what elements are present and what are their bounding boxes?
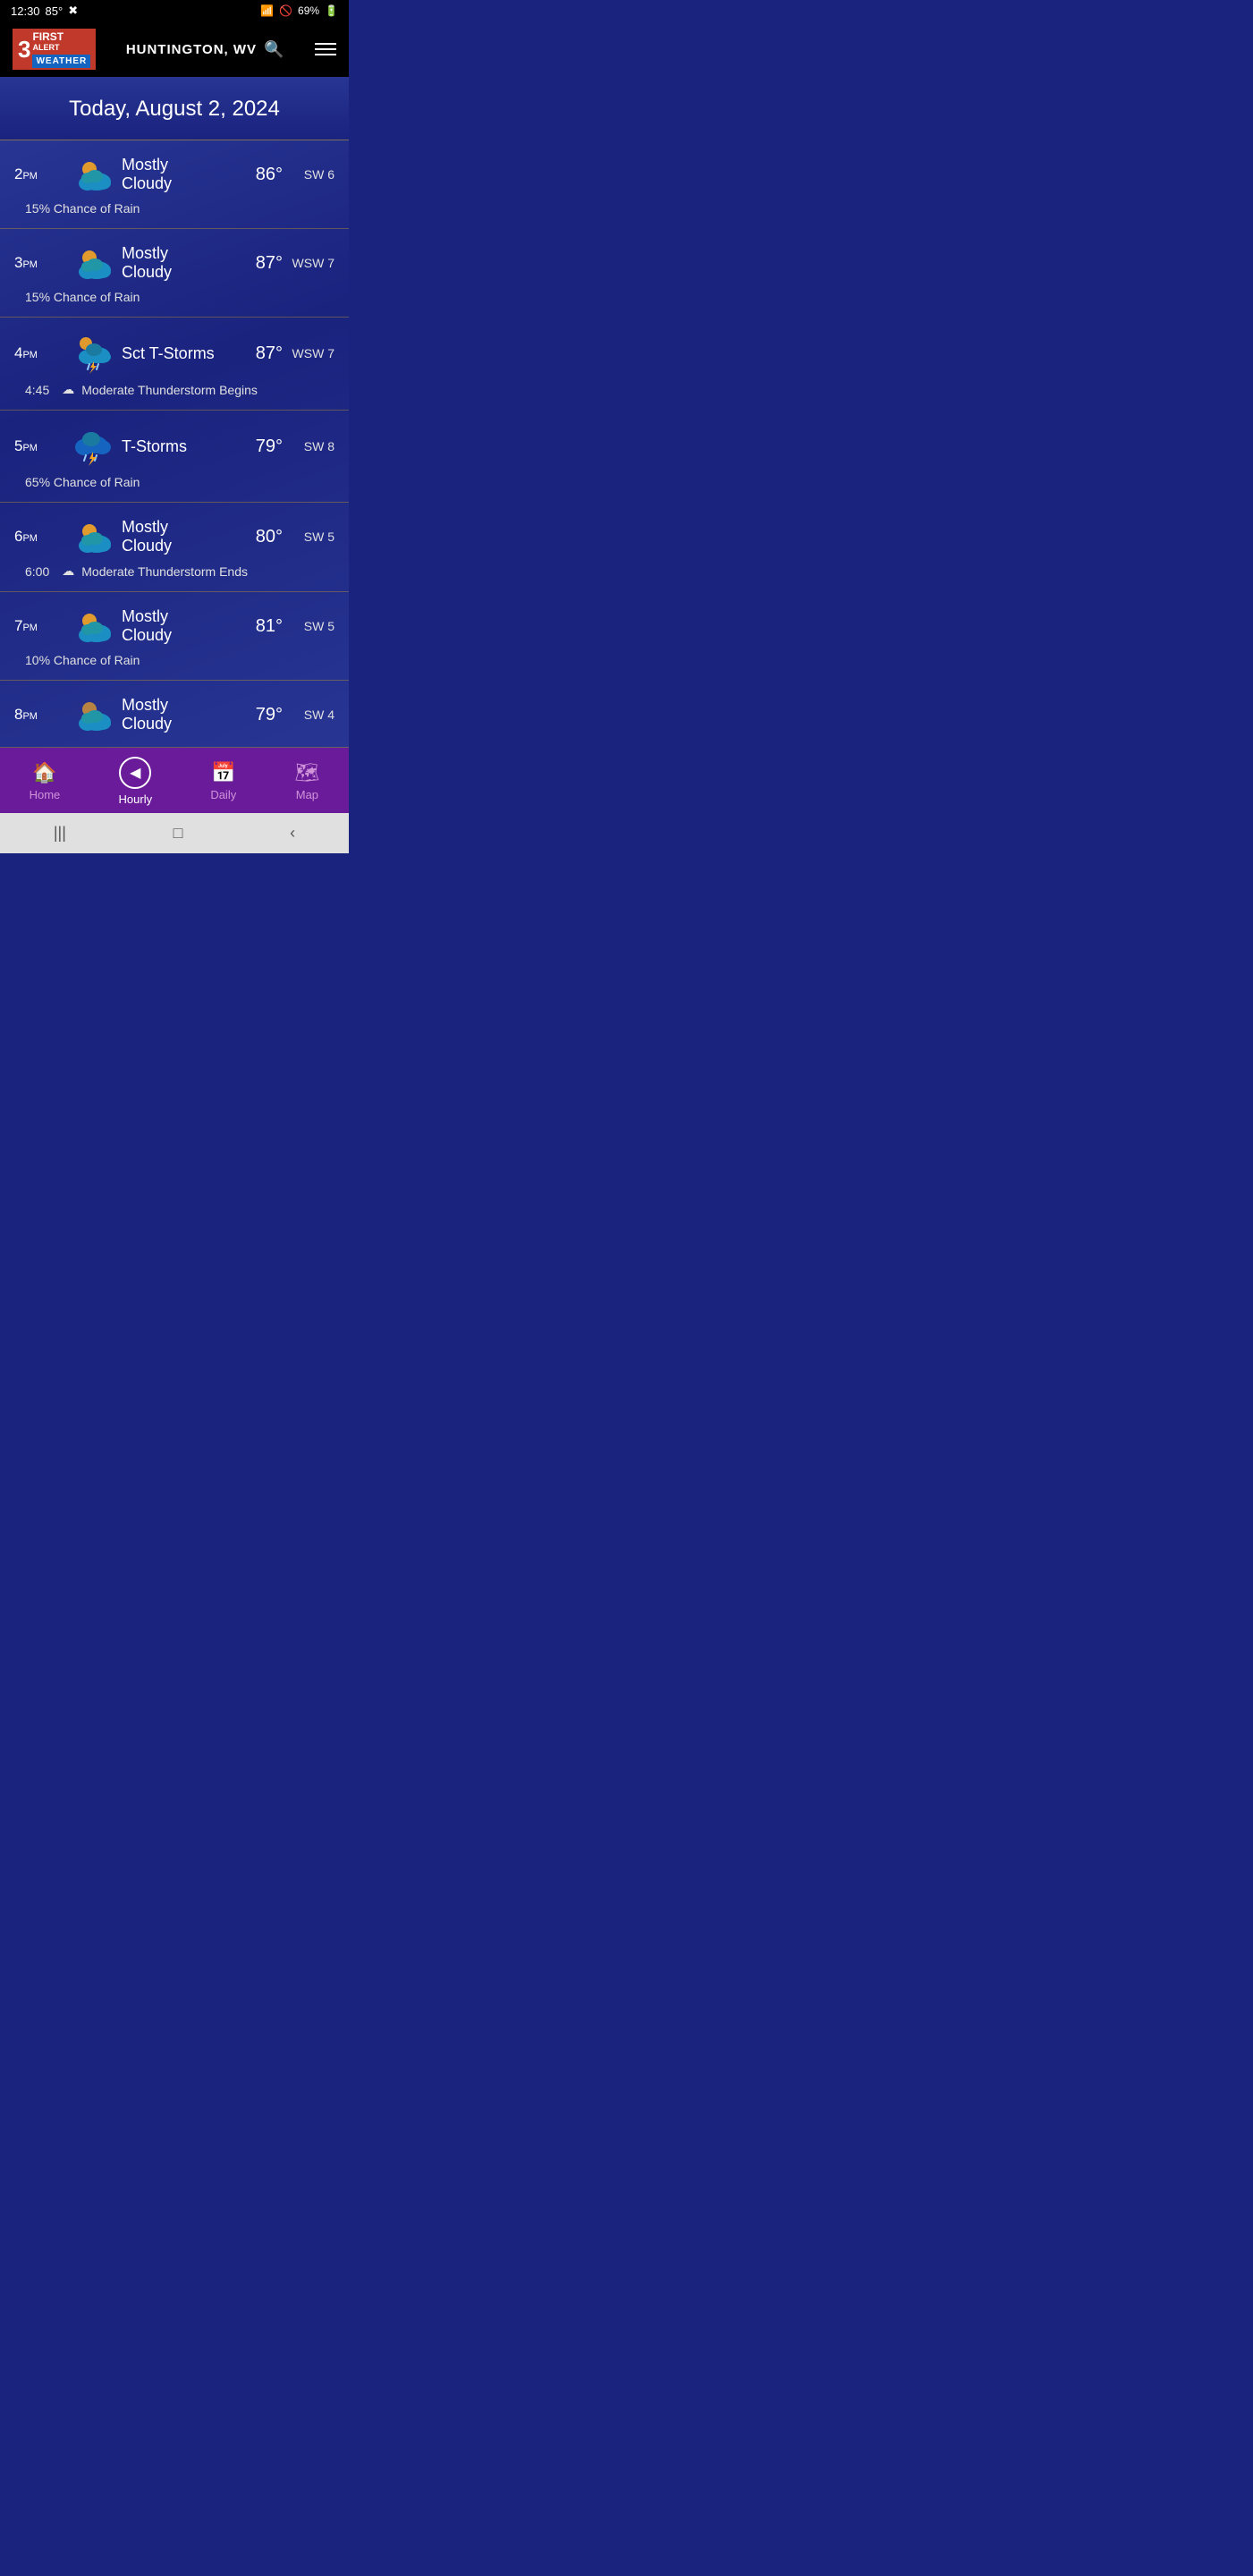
time-2pm: 2PM (14, 165, 64, 183)
mostly-cloudy-icon-4 (70, 517, 116, 556)
tstorm-icon (70, 425, 116, 468)
hourly-icon: ◀ (130, 764, 140, 782)
icon-6pm (64, 517, 122, 556)
battery-level: 69% (298, 4, 319, 17)
nav-hourly-label: Hourly (119, 792, 153, 806)
date-text: Today, August 2, 2024 (69, 97, 280, 121)
wind-3pm: WSW 7 (283, 256, 334, 270)
logo: 3 FIRST ALERT WEATHER (13, 29, 96, 70)
temperature: 85° (46, 4, 63, 18)
nav-home-label: Home (30, 788, 61, 801)
time-3pm: 3PM (14, 254, 64, 272)
icon-2pm (64, 155, 122, 194)
cloud-icon-2: ☁ (62, 564, 74, 579)
wifi-icon: 📶 (260, 4, 274, 17)
home-icon: 🏠 (32, 761, 56, 784)
map-icon: 🗺 (294, 761, 319, 784)
sct-tstorm-icon (70, 332, 116, 375)
condition-3pm: Mostly Cloudy (122, 244, 220, 282)
hourly-row-0: 2PM Mostly Cloudy 86° SW 6 1 (0, 140, 349, 229)
wind-2pm: SW 6 (283, 167, 334, 182)
icon-5pm (64, 425, 122, 468)
temp-8pm: 79° (220, 705, 283, 725)
hourly-row-1: 3PM Mostly Cloudy 87° WSW 7 15% Chance o… (0, 229, 349, 318)
block-icon: 🚫 (279, 4, 292, 17)
time-5pm: 5PM (14, 437, 64, 455)
daily-icon: 📅 (211, 761, 235, 784)
app-header: 3 FIRST ALERT WEATHER HUNTINGTON, WV 🔍 (0, 21, 349, 77)
status-right: 📶 🚫 69% 🔋 (260, 4, 338, 17)
wind-4pm: WSW 7 (283, 346, 334, 360)
temp-3pm: 87° (220, 253, 283, 274)
time-7pm: 7PM (14, 617, 64, 635)
condition-2pm: Mostly Cloudy (122, 156, 220, 193)
logo-number: 3 (18, 36, 30, 64)
recent-apps-button[interactable]: ||| (54, 824, 66, 843)
back-button[interactable]: ‹ (290, 824, 295, 843)
temp-4pm: 87° (220, 343, 283, 364)
detail-7pm: 10% Chance of Rain (14, 653, 334, 667)
mostly-cloudy-icon-1 (70, 243, 116, 283)
location-text: HUNTINGTON, WV (126, 42, 257, 57)
condition-7pm: Mostly Cloudy (122, 607, 220, 645)
close-icon: ✖ (68, 4, 78, 18)
detail-3pm: 15% Chance of Rain (14, 290, 334, 304)
nav-home[interactable]: 🏠 Home (30, 761, 61, 801)
weather-content: 2PM Mostly Cloudy 86° SW 6 1 (0, 140, 349, 748)
condition-4pm: Sct T-Storms (122, 344, 220, 363)
icon-3pm (64, 243, 122, 283)
time: 12:30 (11, 4, 40, 18)
logo-text: FIRST ALERT WEATHER (32, 30, 90, 68)
cloud-icon: ☁ (62, 382, 74, 397)
mostly-cloudy-icon-0 (70, 155, 116, 194)
nav-map[interactable]: 🗺 Map (294, 761, 319, 801)
temp-7pm: 81° (220, 616, 283, 637)
system-nav-bar: ||| □ ‹ (0, 813, 349, 853)
logo-box: 3 FIRST ALERT WEATHER (13, 29, 96, 70)
nav-map-label: Map (296, 788, 318, 801)
mostly-cloudy-icon-5 (70, 606, 116, 646)
time-8pm: 8PM (14, 706, 64, 724)
battery-icon: 🔋 (325, 4, 338, 17)
search-icon[interactable]: 🔍 (264, 40, 284, 59)
detail-6pm: 6:00 ☁ Moderate Thunderstorm Ends (14, 564, 334, 579)
status-bar: 12:30 85° ✖ 📶 🚫 69% 🔋 (0, 0, 349, 21)
hourly-row-4: 6PM Mostly Cloudy 80° SW 5 6:00 ☁ Modera… (0, 503, 349, 592)
hourly-row-3: 5PM T-Storms 79° SW 8 (0, 411, 349, 503)
icon-7pm (64, 606, 122, 646)
detail-5pm: 65% Chance of Rain (14, 475, 334, 489)
logo-first: FIRST (32, 30, 90, 43)
bottom-nav: 🏠 Home ◀ Hourly 📅 Daily 🗺 Map (0, 748, 349, 813)
detail-4pm: 4:45 ☁ Moderate Thunderstorm Begins (14, 382, 334, 397)
menu-button[interactable] (315, 43, 336, 55)
temp-5pm: 79° (220, 436, 283, 457)
detail-2pm: 15% Chance of Rain (14, 201, 334, 216)
home-button[interactable]: □ (174, 824, 183, 843)
nav-hourly[interactable]: ◀ Hourly (119, 757, 153, 806)
nav-daily[interactable]: 📅 Daily (210, 761, 236, 801)
date-banner: Today, August 2, 2024 (0, 77, 349, 140)
status-left: 12:30 85° ✖ (11, 4, 78, 18)
logo-weather: WEATHER (32, 55, 90, 68)
temp-2pm: 86° (220, 165, 283, 185)
hourly-row-2: 4PM Sct T-Storms (0, 318, 349, 411)
temp-6pm: 80° (220, 527, 283, 547)
time-4pm: 4PM (14, 344, 64, 362)
hourly-row-5: 7PM Mostly Cloudy 81° SW 5 10% Chance of… (0, 592, 349, 681)
nav-daily-label: Daily (210, 788, 236, 801)
time-6pm: 6PM (14, 528, 64, 546)
wind-7pm: SW 5 (283, 619, 334, 633)
wind-8pm: SW 4 (283, 708, 334, 722)
wind-5pm: SW 8 (283, 439, 334, 453)
condition-8pm: Mostly Cloudy (122, 696, 220, 733)
condition-5pm: T-Storms (122, 437, 220, 456)
logo-alert-text: ALERT (32, 43, 90, 53)
hourly-row-6: 8PM Mostly Cloudy 79° SW 4 (0, 681, 349, 748)
wind-6pm: SW 5 (283, 530, 334, 544)
icon-4pm (64, 332, 122, 375)
condition-6pm: Mostly Cloudy (122, 518, 220, 555)
icon-8pm (64, 695, 122, 734)
location-display: HUNTINGTON, WV 🔍 (126, 40, 285, 59)
mostly-cloudy-icon-6 (70, 695, 116, 734)
